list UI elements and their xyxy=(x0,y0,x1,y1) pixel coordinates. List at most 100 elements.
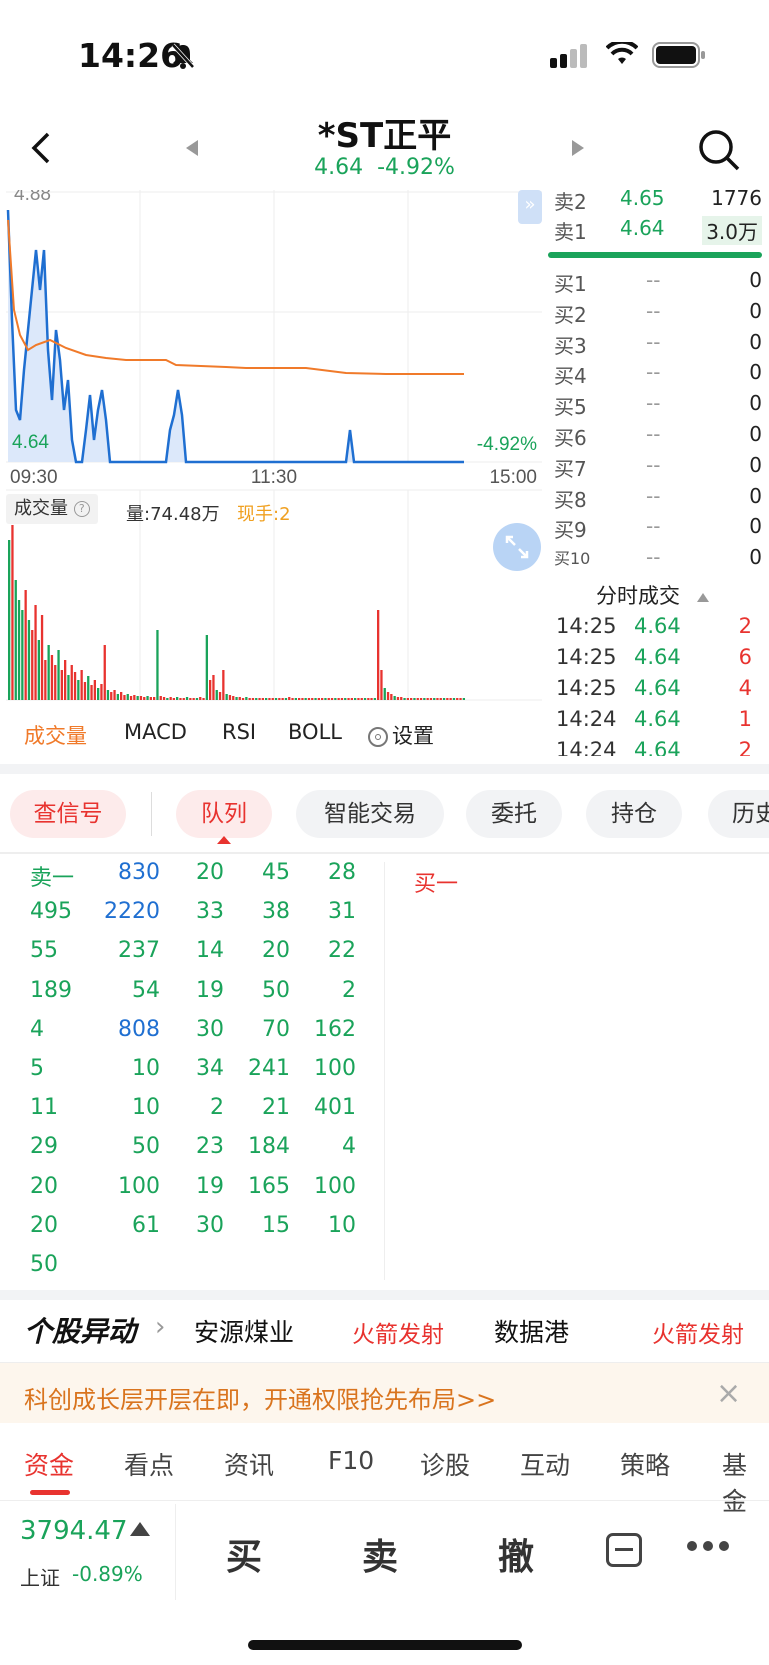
close-icon[interactable]: × xyxy=(716,1376,741,1411)
tab-news[interactable]: 资讯 xyxy=(224,1446,274,1482)
section-separator xyxy=(0,764,769,774)
order-bid-row[interactable]: 买10 -- 0 xyxy=(554,543,762,573)
sell-button[interactable]: 卖 xyxy=(362,1528,398,1580)
volume-bar xyxy=(419,698,423,700)
volume-bar xyxy=(261,698,264,700)
minus-icon[interactable] xyxy=(606,1533,642,1567)
abnormal-stock-2[interactable]: 数据港 xyxy=(494,1313,569,1349)
order-level-label: 买1 xyxy=(554,272,587,296)
order-bid-row[interactable]: 买3 -- 0 xyxy=(554,328,762,358)
tab-macd[interactable]: MACD xyxy=(124,720,187,744)
section-separator xyxy=(0,1500,769,1501)
tick-time: 14:25 xyxy=(556,614,617,638)
volume-bar xyxy=(367,698,370,700)
volume-bar xyxy=(363,698,367,700)
order-bid-row[interactable]: 买5 -- 0 xyxy=(554,389,762,419)
tab-volume[interactable]: 成交量 xyxy=(24,720,87,750)
tab-history[interactable]: 历史 xyxy=(708,790,769,838)
order-bid-row[interactable]: 买6 -- 0 xyxy=(554,420,762,450)
intraday-chart[interactable]: 4.88 4.64 -4.92% 09:30 11:30 15:00 xyxy=(6,190,542,702)
gear-icon xyxy=(368,727,388,747)
volume-bar xyxy=(172,698,175,700)
order-bid-row[interactable]: 买2 -- 0 xyxy=(554,297,762,327)
volume-bar xyxy=(288,697,291,700)
stock-price: 4.64 xyxy=(314,155,364,180)
volume-indicator-chip[interactable]: 成交量 ? xyxy=(6,494,98,524)
volume-bar xyxy=(143,697,146,700)
expand-icon[interactable] xyxy=(493,523,541,571)
tab-rsi[interactable]: RSI xyxy=(222,720,256,744)
cancel-button[interactable]: 撤 xyxy=(498,1528,534,1580)
index-value[interactable]: 3794.47 xyxy=(20,1516,128,1546)
volume-bar xyxy=(31,630,34,700)
order-ask-row[interactable]: 卖2 4.65 1776 xyxy=(554,184,762,214)
tab-highlights[interactable]: 看点 xyxy=(124,1446,174,1482)
volume-bar xyxy=(251,698,255,700)
price-line xyxy=(6,209,464,464)
index-name: 上证 xyxy=(20,1566,60,1590)
volume-bar xyxy=(139,696,143,700)
tab-diagnose[interactable]: 诊股 xyxy=(420,1446,470,1482)
volume-bar xyxy=(284,698,288,700)
tab-f10[interactable]: F10 xyxy=(328,1446,374,1475)
volume-bar xyxy=(410,698,413,700)
volume-bars xyxy=(8,525,465,700)
more-icon[interactable] xyxy=(686,1540,730,1552)
tick-row: 14:24 4.64 1 xyxy=(556,707,760,738)
chart-high-label: 4.88 xyxy=(14,190,51,205)
volume-bar xyxy=(354,698,357,700)
chevron-right-icon[interactable]: › xyxy=(155,1312,165,1342)
ticks-title[interactable]: 分时成交 xyxy=(596,580,709,610)
tab-positions[interactable]: 持仓 xyxy=(586,790,682,838)
buy-button[interactable]: 买 xyxy=(226,1528,262,1580)
volume-bar xyxy=(265,698,268,700)
tab-orders[interactable]: 委托 xyxy=(466,790,562,838)
collapse-panel-button[interactable]: » xyxy=(518,190,542,224)
volume-bar xyxy=(268,698,271,700)
volume-bar xyxy=(442,698,446,700)
next-stock-icon[interactable] xyxy=(570,138,586,158)
order-bid-row[interactable]: 买8 -- 0 xyxy=(554,482,762,512)
tab-settings-label: 设置 xyxy=(392,724,434,748)
order-ask-row[interactable]: 卖1 4.64 3.0万 xyxy=(554,214,762,245)
volume-bar xyxy=(199,697,202,700)
order-bid-row[interactable]: 买9 -- 0 xyxy=(554,512,762,542)
abnormal-stock-1[interactable]: 安源煤业 xyxy=(194,1313,294,1349)
time-label-open: 09:30 xyxy=(10,467,58,488)
tab-boll[interactable]: BOLL xyxy=(288,720,342,744)
volume-bar xyxy=(123,695,126,700)
tab-funds[interactable]: 资金 xyxy=(24,1446,74,1482)
volume-bar xyxy=(24,590,27,700)
tab-queue[interactable]: 队列 xyxy=(176,790,272,838)
volume-bar xyxy=(298,698,301,700)
stock-change-pct: -4.92% xyxy=(377,155,455,180)
search-icon[interactable] xyxy=(697,128,741,172)
queue-cell: 100 xyxy=(314,1056,356,1081)
order-bid-row[interactable]: 买7 -- 0 xyxy=(554,451,762,481)
tab-fund[interactable]: 基金 xyxy=(722,1446,769,1518)
ticks-list[interactable]: 14:25 4.64 2 14:25 4.64 6 14:25 4.64 4 14:24 4.64 1… xyxy=(548,608,762,756)
order-price: -- xyxy=(646,422,661,446)
order-price: -- xyxy=(646,329,661,354)
tab-check-signal[interactable]: 查信号 xyxy=(10,790,126,838)
volume-bar xyxy=(459,698,462,700)
tab-active-caret xyxy=(217,836,231,844)
tab-interact[interactable]: 互动 xyxy=(520,1446,570,1482)
volume-bar xyxy=(8,540,11,700)
order-bid-row[interactable]: 买1 -- 0 xyxy=(554,266,762,296)
volume-bar xyxy=(218,692,222,700)
promo-text[interactable]: 科创成长层开层在即，开通权限抢先布局>> xyxy=(24,1380,496,1415)
volume-bar xyxy=(337,698,340,700)
order-bid-row[interactable]: 买4 -- 0 xyxy=(554,358,762,388)
volume-bar xyxy=(439,698,442,700)
abnormal-tag-1: 火箭发射 xyxy=(352,1322,444,1348)
volume-bar xyxy=(169,697,172,700)
volume-bar xyxy=(413,698,416,700)
queue-divider xyxy=(384,862,385,1280)
tab-smart-trade[interactable]: 智能交易 xyxy=(296,790,444,838)
volume-bar xyxy=(83,682,87,700)
tab-active-underline xyxy=(30,1490,70,1495)
volume-bar xyxy=(383,688,386,700)
tab-settings[interactable]: 设置 xyxy=(368,720,434,750)
tab-strategy[interactable]: 策略 xyxy=(620,1446,670,1482)
